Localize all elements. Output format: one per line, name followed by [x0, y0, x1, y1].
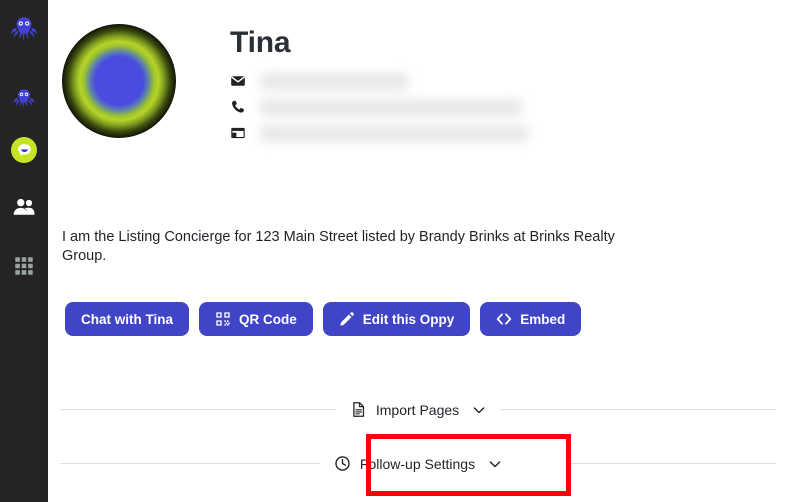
envelope-icon [231, 76, 245, 86]
grid-icon [15, 257, 33, 275]
embed-button[interactable]: Embed [480, 302, 582, 336]
qr-code-button[interactable]: QR Code [199, 302, 313, 336]
chat-with-tina-button[interactable]: Chat with Tina [65, 302, 190, 336]
phone-icon [232, 100, 244, 113]
import-pages-toggle[interactable]: Import Pages [335, 401, 501, 418]
redacted-phone-value [260, 98, 522, 116]
app-root: Tina I am the Listing Concierge for 123 … [0, 0, 789, 502]
page-title: Tina [230, 26, 291, 59]
chevron-down-icon [489, 460, 501, 467]
octopus-icon [10, 17, 38, 41]
avatar [62, 24, 176, 138]
action-button-row: Chat with Tina QR Code Edit this Oppy Em… [65, 302, 582, 336]
sidebar-item-apps-nav[interactable] [0, 246, 48, 286]
clock-icon [335, 456, 350, 471]
qr-code-label: QR Code [239, 311, 297, 327]
chat-badge [11, 137, 37, 163]
profile-description: I am the Listing Concierge for 123 Main … [62, 229, 615, 264]
edit-this-oppy-button[interactable]: Edit this Oppy [322, 302, 471, 336]
follow-up-settings-toggle[interactable]: Follow-up Settings [319, 455, 517, 472]
redacted-email-value [260, 72, 408, 90]
embed-label: Embed [520, 311, 566, 327]
document-icon [353, 402, 364, 417]
browser-window-icon [231, 127, 245, 139]
import-pages-label: Import Pages [375, 401, 460, 418]
divider-right [500, 409, 777, 410]
edit-this-oppy-label: Edit this Oppy [362, 311, 455, 327]
profile-details: Tina [230, 24, 528, 148]
people-icon [13, 198, 35, 215]
contact-list [230, 70, 528, 144]
follow-up-settings-label: Follow-up Settings [359, 455, 476, 472]
pencil-icon [340, 312, 354, 326]
chevron-down-icon [473, 406, 485, 413]
main-content: Tina I am the Listing Concierge for 123 … [48, 0, 789, 502]
section-follow-up-settings: Follow-up Settings [60, 455, 777, 472]
contact-row-email [230, 70, 528, 92]
contact-row-website [230, 122, 528, 144]
profile-header: Tina [62, 24, 528, 148]
divider-left [60, 463, 320, 464]
octopus-icon [13, 89, 35, 108]
left-sidebar [0, 0, 48, 502]
chat-with-tina-label: Chat with Tina [81, 311, 174, 327]
qr-code-icon [216, 312, 230, 326]
divider-left [60, 409, 336, 410]
contact-row-phone [230, 96, 528, 118]
sidebar-item-octopus-nav[interactable] [0, 78, 48, 118]
sidebar-item-chat-nav[interactable] [0, 130, 48, 170]
chat-bubble-icon [17, 143, 31, 156]
sidebar-item-contacts-nav[interactable] [0, 188, 48, 228]
section-import-pages: Import Pages [60, 401, 777, 418]
code-brackets-icon [497, 313, 512, 325]
redacted-website-value [260, 124, 528, 142]
sidebar-item-octopus-logo[interactable] [0, 8, 48, 48]
